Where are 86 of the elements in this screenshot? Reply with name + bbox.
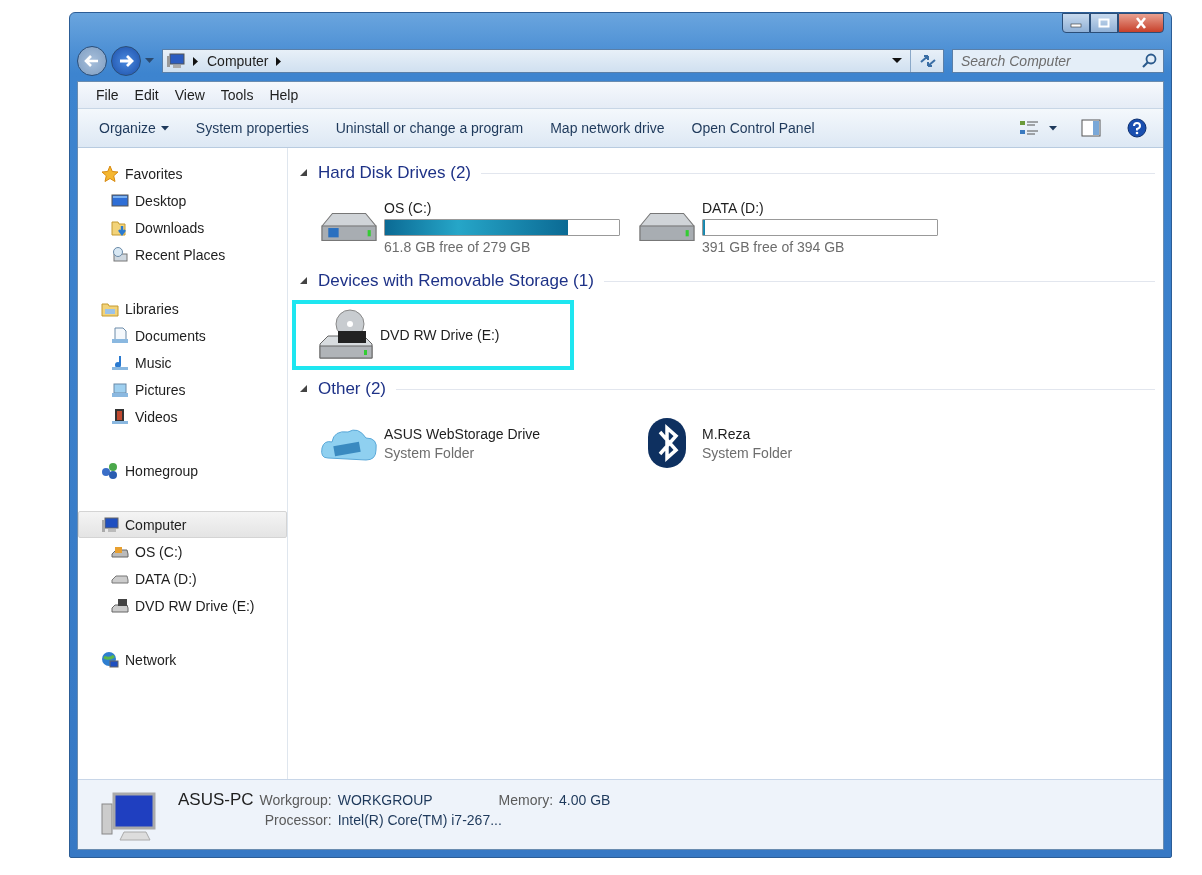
forward-button[interactable] xyxy=(111,46,141,76)
preview-pane-icon[interactable] xyxy=(1081,119,1101,137)
sidebar-item[interactable]: Homegroup xyxy=(78,457,287,484)
group-header[interactable]: Other (2) xyxy=(318,379,387,399)
toolbar-button[interactable]: Organize xyxy=(90,120,178,136)
hard-drive-icon xyxy=(320,211,378,243)
network-icon xyxy=(101,650,119,669)
close-button[interactable] xyxy=(1118,13,1164,33)
drive-detail: System Folder xyxy=(702,444,793,461)
sidebar-item[interactable]: Computer xyxy=(78,511,287,538)
sidebar-item[interactable]: Desktop xyxy=(78,187,287,214)
pictures-icon xyxy=(111,380,129,399)
sidebar-item[interactable]: Libraries xyxy=(78,295,287,322)
drive-tile[interactable]: ASUS WebStorage Drive System Folder xyxy=(300,408,618,478)
detail-label: Processor: xyxy=(263,812,332,828)
close-icon xyxy=(1134,17,1148,29)
computer-icon xyxy=(167,53,185,69)
sidebar-item[interactable]: Music xyxy=(78,349,287,376)
videos-icon xyxy=(111,407,129,426)
chevron-icon[interactable] xyxy=(276,56,283,66)
collapse-triangle-icon[interactable] xyxy=(300,277,308,285)
refresh-icon[interactable] xyxy=(919,54,937,68)
maximize-icon xyxy=(1098,18,1110,28)
sidebar-item[interactable]: Favorites xyxy=(78,160,287,187)
sidebar-item[interactable]: Recent Places xyxy=(78,241,287,268)
sidebar-item[interactable]: OS (C:) xyxy=(78,538,287,565)
maximize-button[interactable] xyxy=(1090,13,1118,33)
sidebar-item[interactable]: DVD RW Drive (E:) xyxy=(78,592,287,619)
homegroup-icon xyxy=(101,461,119,480)
minimize-button[interactable] xyxy=(1062,13,1090,33)
drive-tile[interactable]: DVD RW Drive (E:) xyxy=(292,300,574,370)
collapse-triangle-icon[interactable] xyxy=(300,169,308,177)
sidebar-item[interactable]: DATA (D:) xyxy=(78,565,287,592)
drive-tile[interactable]: DATA (D:) 391 GB free of 394 GB xyxy=(618,192,936,262)
toolbar-button[interactable]: Open Control Panel xyxy=(682,120,824,136)
dropdown-caret-icon[interactable] xyxy=(892,58,902,64)
search-field[interactable]: Search Computer xyxy=(952,49,1164,73)
drive-detail: 391 GB free of 394 GB xyxy=(702,238,846,255)
sidebar-item[interactable]: Videos xyxy=(78,403,287,430)
drive-name: M.Reza xyxy=(702,425,752,442)
computer-icon xyxy=(101,515,119,534)
detail-value: WORKGROUP xyxy=(337,792,433,808)
address-bar[interactable]: Computer xyxy=(162,49,944,73)
dropdown-caret-icon[interactable] xyxy=(1049,125,1057,131)
menu-item[interactable]: Edit xyxy=(126,87,167,103)
menu-item[interactable]: File xyxy=(88,87,127,103)
menu-item[interactable]: Help xyxy=(261,87,307,103)
detail-label: Memory: xyxy=(498,792,554,808)
music-icon xyxy=(111,353,129,372)
search-icon xyxy=(1142,53,1157,68)
detail-value: 4.00 GB xyxy=(559,792,611,808)
detail-label: Workgroup: xyxy=(259,792,332,808)
detail-value: Intel(R) Core(TM) i7-267... xyxy=(337,812,503,828)
breadcrumb-item[interactable]: Computer xyxy=(207,53,269,69)
sidebar-item[interactable]: Pictures xyxy=(78,376,287,403)
toolbar-button[interactable]: Uninstall or change a program xyxy=(326,120,533,136)
toolbar-button[interactable]: Map network drive xyxy=(541,120,674,136)
desktop-icon xyxy=(111,191,129,210)
drive-detail: System Folder xyxy=(384,444,476,461)
menu-item[interactable]: View xyxy=(166,87,213,103)
hard-drive-icon xyxy=(638,211,696,243)
group-header[interactable]: Hard Disk Drives (2) xyxy=(318,163,472,183)
computer-name: ASUS-PC xyxy=(178,790,254,810)
drive-name: DVD RW Drive (E:) xyxy=(380,327,500,343)
collapse-triangle-icon[interactable] xyxy=(300,385,308,393)
drive-name: DATA (D:) xyxy=(702,199,765,216)
group-header[interactable]: Devices with Removable Storage (1) xyxy=(318,271,594,291)
toolbar-button[interactable]: System properties xyxy=(186,120,318,136)
menu-item[interactable]: Tools xyxy=(212,87,262,103)
view-options-icon[interactable] xyxy=(1019,119,1039,137)
chevron-icon[interactable] xyxy=(193,56,199,66)
sidebar-item[interactable]: Documents xyxy=(78,322,287,349)
sidebar-item[interactable]: Network xyxy=(78,646,287,673)
downloads-icon xyxy=(111,218,129,237)
star-icon xyxy=(101,164,119,183)
dvd-icon xyxy=(111,596,129,615)
back-button[interactable] xyxy=(77,46,107,76)
drive-name: ASUS WebStorage Drive xyxy=(384,425,541,442)
drive-detail: 61.8 GB free of 279 GB xyxy=(384,238,532,255)
help-icon[interactable] xyxy=(1127,118,1147,138)
sidebar-item[interactable]: Downloads xyxy=(78,214,287,241)
drive-tile[interactable]: OS (C:) 61.8 GB free of 279 GB xyxy=(300,192,618,262)
drive-name: OS (C:) xyxy=(384,199,433,216)
documents-icon xyxy=(111,326,129,345)
history-caret-icon[interactable] xyxy=(145,58,154,64)
drive-tile[interactable]: M.Reza System Folder xyxy=(618,408,936,478)
